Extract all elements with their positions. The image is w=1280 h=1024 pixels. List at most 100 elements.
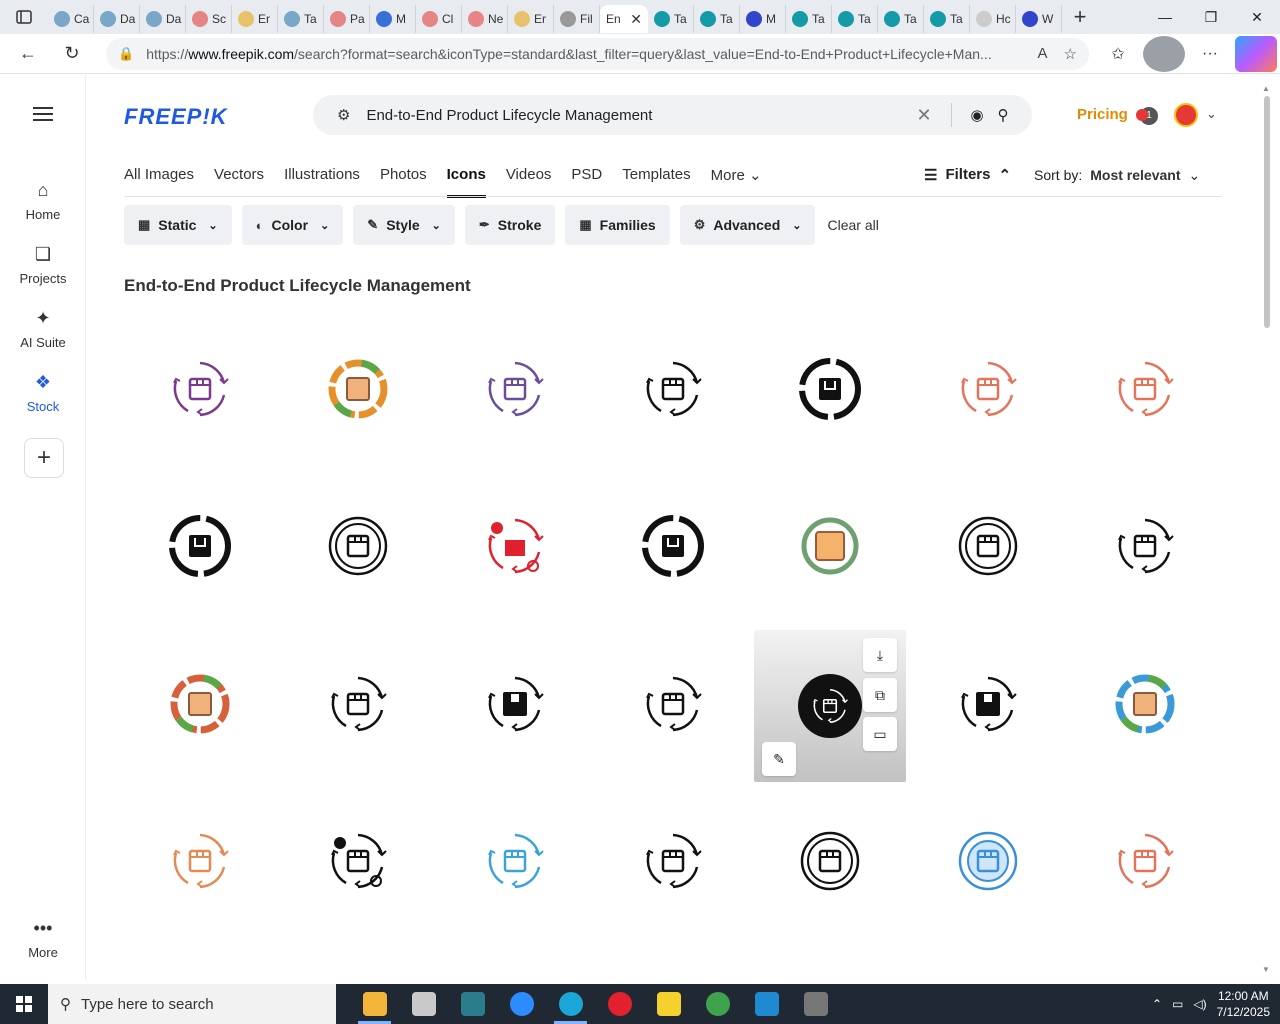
icon-result[interactable] (754, 315, 906, 467)
avatar[interactable] (1174, 103, 1198, 127)
site-info-icon[interactable]: 🔒 (118, 46, 134, 62)
icon-result[interactable] (282, 788, 434, 940)
network-icon[interactable]: ▭ (1172, 997, 1183, 1011)
browser-tab[interactable]: Ta (694, 5, 740, 33)
icon-result[interactable] (439, 315, 591, 467)
icon-result[interactable] (597, 630, 749, 782)
search-type-icon[interactable]: ⚙ (337, 106, 350, 124)
icon-result[interactable] (597, 788, 749, 940)
copy-icon[interactable]: ⧉ (863, 678, 897, 712)
icon-result[interactable] (912, 315, 1064, 467)
clear-all-button[interactable]: Clear all (827, 217, 878, 233)
tab-all-images[interactable]: All Images (124, 166, 194, 198)
notification-badge[interactable]: 1 (1136, 107, 1158, 125)
tab-more[interactable]: More ⌄ (711, 166, 762, 198)
icon-result[interactable] (282, 630, 434, 782)
browser-tab[interactable]: Fil (554, 5, 600, 33)
browser-tab[interactable]: Hc (970, 5, 1016, 33)
rail-item-ai-suite[interactable]: ✦ AI Suite (0, 308, 86, 350)
zoom-taskbar-button[interactable] (497, 984, 546, 1024)
profile-icon[interactable] (1143, 35, 1185, 72)
url-field[interactable]: 🔒 https://www.freepik.com/search?format=… (106, 37, 1089, 70)
add-button[interactable]: + (24, 438, 64, 478)
icon-result[interactable] (439, 788, 591, 940)
icon-result[interactable] (124, 315, 276, 467)
active-tab[interactable]: En ✕ (600, 5, 648, 33)
icon-result[interactable] (1069, 315, 1221, 467)
copilot-icon[interactable] (1235, 35, 1277, 72)
scrollbar-thumb[interactable] (1264, 96, 1270, 328)
favorite-star-icon[interactable]: ☆ (1064, 45, 1077, 63)
rail-item-home[interactable]: ⌂ Home (0, 180, 86, 222)
browser-tab[interactable]: Ta (832, 5, 878, 33)
read-aloud-icon[interactable]: A (1038, 45, 1048, 63)
filters-toggle[interactable]: ☰ Filters ⌃ (924, 166, 1011, 184)
tab-photos[interactable]: Photos (380, 166, 427, 198)
icon-result[interactable] (282, 473, 434, 625)
icon-result[interactable]: ⤓ ⧉ ▭ ✎ (754, 630, 906, 782)
icon-result[interactable] (124, 788, 276, 940)
settings-taskbar-button[interactable] (791, 984, 840, 1024)
icon-result[interactable] (754, 788, 906, 940)
favorites-icon[interactable]: ✩ (1097, 36, 1139, 72)
rail-item-stock[interactable]: ❖ Stock (0, 372, 86, 414)
icon-result[interactable] (282, 315, 434, 467)
icon-result[interactable] (597, 315, 749, 467)
collection-icon[interactable]: ▭ (863, 717, 897, 751)
icon-result[interactable] (439, 630, 591, 782)
download-icon[interactable]: ⤓ (863, 638, 897, 672)
filter-chip-color[interactable]: ◐ Color ⌄ (241, 205, 344, 245)
back-button[interactable]: ← (6, 34, 50, 74)
scroll-down-icon[interactable]: ▼ (1262, 965, 1270, 974)
photos-taskbar-button[interactable] (399, 984, 448, 1024)
browser-tab[interactable]: W (1016, 5, 1062, 33)
freepik-logo[interactable]: FREEP!K (124, 104, 228, 130)
search-icon[interactable]: ⚲ (990, 106, 1016, 124)
volume-icon[interactable]: ◁) (1193, 997, 1206, 1011)
icon-result[interactable] (912, 788, 1064, 940)
close-window-icon[interactable]: ✕ (1234, 0, 1280, 34)
sticky-notes-taskbar-button[interactable] (644, 984, 693, 1024)
search-input[interactable]: End-to-End Product Lifecycle Management (366, 107, 909, 124)
browser-tab[interactable]: Er (232, 5, 278, 33)
browser-tab[interactable]: Ta (924, 5, 970, 33)
filter-chip-style[interactable]: ✎ Style ⌄ (353, 205, 455, 245)
tab-illustrations[interactable]: Illustrations (284, 166, 360, 198)
browser-tab[interactable]: Cl (416, 5, 462, 33)
chrome-taskbar-button[interactable] (693, 984, 742, 1024)
tab-templates[interactable]: Templates (622, 166, 690, 198)
app-taskbar-button[interactable] (448, 984, 497, 1024)
tab-vectors[interactable]: Vectors (214, 166, 264, 198)
tab-psd[interactable]: PSD (571, 166, 602, 198)
chevron-down-icon[interactable]: ⌄ (1206, 106, 1217, 122)
browser-tab[interactable]: Sc (186, 5, 232, 33)
clock[interactable]: 12:00 AM 7/12/2025 (1217, 988, 1270, 1020)
scrollbar[interactable]: ▲ ▼ (1262, 84, 1272, 974)
taskbar-search[interactable]: ⚲ Type here to search (48, 984, 336, 1024)
start-button[interactable] (0, 984, 48, 1024)
browser-tab[interactable]: M (740, 5, 786, 33)
browser-tab[interactable]: M (370, 5, 416, 33)
filter-chip-advanced[interactable]: ⚙ Advanced ⌄ (679, 205, 816, 245)
menu-icon[interactable] (33, 107, 53, 125)
vscode-taskbar-button[interactable] (742, 984, 791, 1024)
clear-search-icon[interactable]: ✕ (909, 105, 939, 126)
tab-actions-icon[interactable] (0, 0, 48, 34)
browser-tab[interactable]: Ca (48, 5, 94, 33)
restore-icon[interactable]: ❐ (1188, 0, 1234, 34)
icon-result[interactable] (1069, 630, 1221, 782)
icon-result[interactable] (597, 473, 749, 625)
edge-taskbar-button[interactable] (546, 984, 595, 1024)
settings-more-icon[interactable]: ··· (1189, 36, 1231, 72)
browser-tab[interactable]: Ta (278, 5, 324, 33)
icon-result[interactable] (124, 473, 276, 625)
scroll-up-icon[interactable]: ▲ (1262, 84, 1270, 93)
search-bar[interactable]: ⚙ End-to-End Product Lifecycle Managemen… (313, 95, 1032, 135)
close-tab-icon[interactable]: ✕ (630, 11, 642, 28)
browser-tab[interactable]: Ne (462, 5, 508, 33)
browser-tab[interactable]: Pa (324, 5, 370, 33)
tab-videos[interactable]: Videos (506, 166, 552, 198)
browser-tab[interactable]: Da (140, 5, 186, 33)
icon-result[interactable] (912, 630, 1064, 782)
edit-image-icon[interactable]: ✎ (762, 742, 796, 776)
